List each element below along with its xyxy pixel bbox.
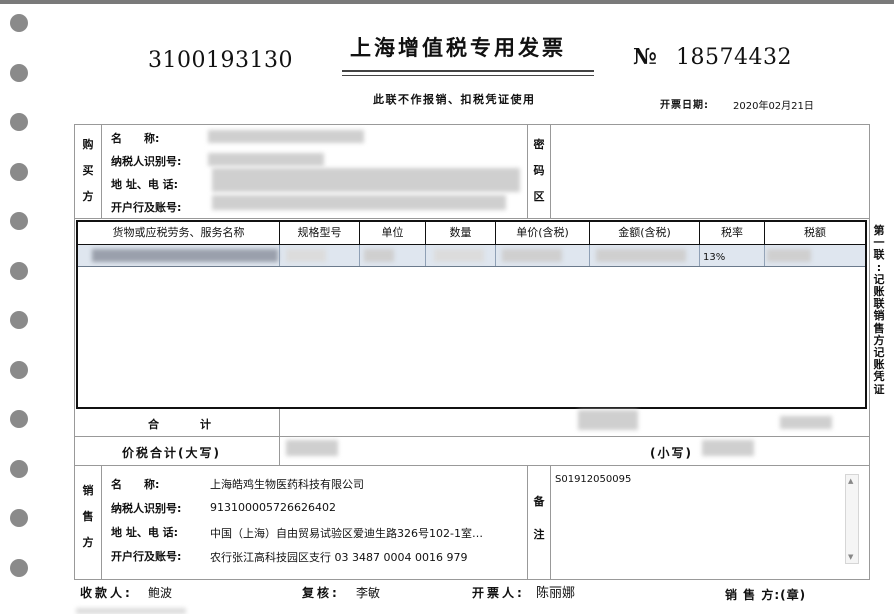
seller-address: 中国（上海）自由贸易试验区爱迪生路326号102-1室… [210,527,483,540]
redacted-total-in-words [286,440,338,456]
issue-date: 2020年02月21日 [733,101,814,112]
total-label: 合 计 [148,418,213,431]
remarks-scrollbar[interactable]: ▲ ▼ [845,474,859,564]
invoice-title: 上海增值税专用发票 [350,35,566,60]
drawer-label: 开票人: [472,586,525,600]
invoice-subtitle: 此联不作报销、扣税凭证使用 [373,93,536,106]
divider [101,124,102,218]
total-in-words-label: 价税合计(大写) [122,446,221,460]
divider [527,124,528,218]
cell-quantity [426,245,496,266]
cell-amount [590,245,700,266]
remarks-text: S01912050095 [555,474,632,485]
seller-tax-id: 913100005726626402 [210,501,336,514]
column-header-goods-name: 货物或应税劳务、服务名称 [78,222,280,244]
redacted-buyer-address [212,168,520,192]
redacted-amount [596,249,686,262]
redacted-quantity [434,249,484,262]
perforation-hole [10,361,28,379]
reviewer-name: 李敏 [356,586,381,600]
column-header-tax-amount: 税额 [804,226,826,239]
perforation-hole [10,212,28,230]
seller-stamp-label: 销 售 方:(章) [725,588,807,602]
buyer-tax-id-label: 纳税人识别号: [111,155,182,168]
seller-bank-label: 开户行及账号: [111,550,182,563]
top-border [0,0,894,4]
column-header-spec: 规格型号 [280,222,360,244]
cut-off-footer-text [76,608,186,614]
divider [74,465,870,466]
seller-section-label: 销 售 方 [82,484,94,549]
title-underline [342,70,594,72]
table-row[interactable]: 13% [78,245,865,267]
payee-label: 收款人: [80,586,133,600]
redacted-buyer-tax-id [208,153,324,166]
scroll-up-icon[interactable]: ▲ [848,477,853,485]
cell-tax-amount [765,245,865,266]
seller-name-label: 名 称: [111,478,160,491]
redacted-total-amount [578,410,638,430]
seller-bank: 农行张江高科技园区支行 03 3487 0004 0016 979 [210,551,468,564]
buyer-address-label: 地 址、电 话: [111,178,179,191]
cipher-zone-label: 密 码 区 [533,138,545,203]
scroll-down-icon[interactable]: ▼ [848,553,853,561]
divider [527,465,528,580]
reviewer-label: 复核: [302,586,340,600]
divider [550,465,551,580]
redacted-small-amount [702,440,754,456]
buyer-bank-label: 开户行及账号: [111,201,182,214]
column-header-amount: 金额(含税) [590,222,700,244]
seller-name: 上海皓鸡生物医药科技有限公司 [210,478,364,491]
redacted-unit [364,249,394,262]
title-underline [342,75,594,76]
drawer-name: 陈丽娜 [536,586,576,601]
tax-rate-value: 13% [703,252,726,263]
copy-type-label: 第 一 联 : 记 账 联 销 售 方 记 账 凭 证 [873,224,885,396]
seller-tax-id-label: 纳税人识别号: [111,502,182,515]
cell-spec [280,245,360,266]
redacted-buyer-name [208,130,364,143]
perforation-hole [10,460,28,478]
perforation-hole [10,262,28,280]
perforation-hole [10,559,28,577]
cell-unit [360,245,426,266]
seller-address-label: 地 址、电 话: [111,526,179,539]
perforation-hole [10,14,28,32]
column-header-tax-rate: 税率 [700,222,765,244]
issue-date-label: 开票日期: [660,100,709,111]
divider [74,218,870,219]
perforation-hole [10,410,28,428]
redacted-goods-name [92,249,278,262]
redacted-tax-amount [767,249,811,262]
divider [550,124,551,218]
small-amount-label: (小写) [650,446,693,460]
redacted-unit-price [502,249,562,262]
payee-name: 鲍波 [148,586,173,600]
column-header-unit: 单位 [360,222,426,244]
redacted-total-tax [780,416,832,429]
cell-unit-price [496,245,590,266]
cell-goods-name [78,245,280,266]
invoice-code: 3100193130 [148,48,293,73]
perforation-hole [10,64,28,82]
remarks-label: 备 注 [533,495,545,541]
cell-tax-rate: 13% [700,245,765,266]
perforation-hole [10,509,28,527]
invoice-number: 18574432 [676,45,792,70]
perforation-hole [10,113,28,131]
perforation-hole [10,163,28,181]
buyer-name-label: 名 称: [111,132,160,145]
items-table: 货物或应税劳务、服务名称 规格型号 单位 数量 单价(含税) 金额(含税) 税率… [76,220,867,409]
buyer-section-label: 购 买 方 [82,138,94,203]
divider [279,409,280,465]
perforation-hole [10,311,28,329]
redacted-spec [286,249,326,262]
divider [74,436,870,437]
divider [101,465,102,580]
column-header-unit-price: 单价(含税) [496,222,590,244]
items-table-header: 货物或应税劳务、服务名称 规格型号 单位 数量 单价(含税) 金额(含税) 税率… [78,222,865,245]
redacted-buyer-bank [212,195,506,210]
column-header-quantity: 数量 [426,222,496,244]
number-sign: № [633,44,657,70]
